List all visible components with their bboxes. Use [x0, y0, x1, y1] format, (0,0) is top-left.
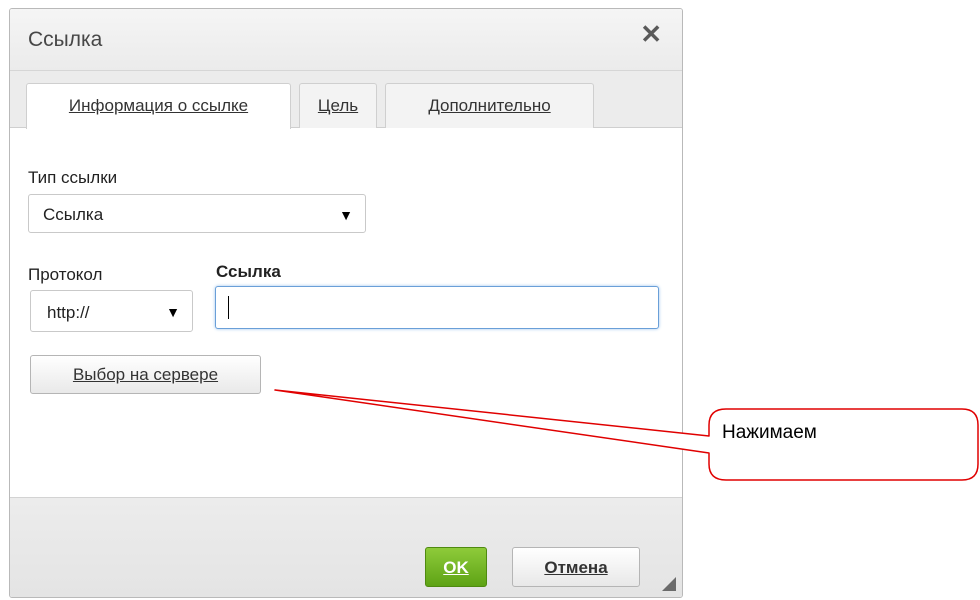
url-label: Ссылка: [216, 262, 281, 281]
browse-server-button[interactable]: Выбор на сервере: [30, 355, 261, 394]
dialog-titlebar[interactable]: Ссылка ✕: [10, 9, 682, 71]
close-icon[interactable]: ✕: [640, 21, 662, 47]
url-input[interactable]: [215, 286, 659, 329]
protocol-label: Протокол: [28, 265, 103, 284]
cancel-button[interactable]: Отмена: [512, 547, 640, 587]
protocol-value: http://: [47, 303, 90, 322]
text-caret: [228, 296, 229, 319]
tab-link-info[interactable]: Информация о ссылке: [26, 83, 291, 129]
dialog-title: Ссылка: [28, 28, 103, 51]
link-type-select[interactable]: Ссылка ▼: [28, 194, 366, 233]
link-type-label: Тип ссылки: [28, 168, 118, 187]
link-dialog: Ссылка ✕ Информация о ссылке Цель Дополн…: [9, 8, 683, 598]
resize-grip-icon[interactable]: [662, 577, 676, 591]
tab-target[interactable]: Цель: [299, 83, 377, 128]
protocol-select[interactable]: http:// ▼: [30, 290, 193, 332]
ok-button[interactable]: OK: [425, 547, 487, 587]
tab-bar: Информация о ссылке Цель Дополнительно: [10, 71, 682, 129]
annotation-text: Нажимаем: [722, 422, 817, 443]
screenshot-canvas: Ссылка ✕ Информация о ссылке Цель Дополн…: [0, 0, 980, 600]
dropdown-arrow-icon: ▼: [166, 304, 180, 320]
dialog-footer: OK Отмена: [10, 497, 682, 597]
dropdown-arrow-icon: ▼: [339, 207, 353, 223]
tab-advanced[interactable]: Дополнительно: [385, 83, 594, 128]
link-type-value: Ссылка: [43, 205, 104, 224]
